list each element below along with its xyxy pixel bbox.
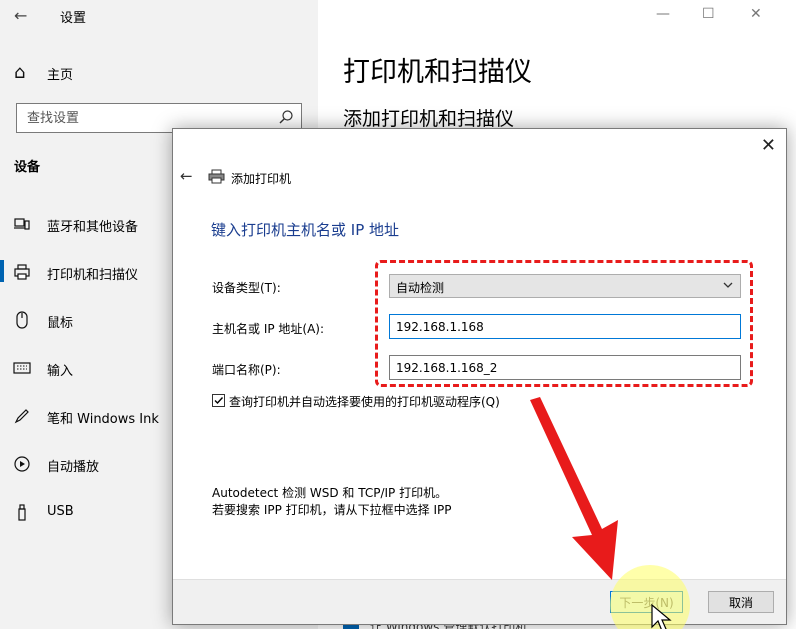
sidebar-item-label: 打印机和扫描仪 [47,268,139,283]
add-printer-dialog: ✕ ← 添加打印机 键入打印机主机名或 IP 地址 设备类型(T): 自动检测 … [172,128,787,625]
checkmark-icon [214,397,224,405]
page-title: 打印机和扫描仪 [343,57,532,88]
info-text-line1: Autodetect 检测 WSD 和 TCP/IP 打印机。 [212,486,448,500]
sidebar-item-label: 笔和 Windows Ink [47,412,159,427]
home-icon: ⌂ [14,62,26,83]
port-label: 端口名称(P): [212,363,281,377]
sidebar-item-home[interactable]: ⌂ 主页 [0,56,318,88]
page-subtitle: 添加打印机和扫描仪 [343,108,515,130]
back-arrow-icon[interactable]: ← [14,6,27,25]
autoplay-icon [14,456,30,472]
query-printer-label: 查询打印机并自动选择要使用的打印机驱动程序(Q) [229,395,500,409]
dialog-back-icon[interactable]: ← [180,167,193,185]
bluetooth-icon [14,218,30,230]
sidebar-item-label: 输入 [47,364,74,379]
maximize-button[interactable]: ☐ [702,6,715,22]
info-text-line2: 若要搜索 IPP 打印机，请从下拉框中选择 IPP [212,503,452,517]
mouse-icon [16,311,28,329]
annotation-highlight-box [375,260,753,387]
title-bar: ← 设置 [0,0,318,32]
sidebar-item-label: 自动播放 [47,460,100,475]
device-type-label: 设备类型(T): [212,281,281,295]
dialog-heading: 键入打印机主机名或 IP 地址 [211,221,400,239]
pen-icon [14,409,29,424]
cancel-button[interactable]: 取消 [708,591,774,613]
keyboard-icon [13,362,31,374]
usb-icon [18,504,26,521]
sidebar-item-label: 蓝牙和其他设备 [47,220,139,235]
sidebar-item-label: 鼠标 [47,316,74,331]
dialog-footer: 下一步(N) 取消 [173,579,786,624]
search-icon[interactable] [278,109,294,125]
window-controls: — ☐ ✕ [646,0,796,32]
window-title: 设置 [60,11,87,26]
query-printer-checkbox[interactable] [212,394,225,407]
section-title: 设备 [14,160,41,175]
minimize-button[interactable]: — [656,6,670,22]
dialog-close-icon[interactable]: ✕ [761,135,776,156]
dialog-title: 添加打印机 [231,172,292,186]
host-label: 主机名或 IP 地址(A): [212,322,325,336]
close-window-button[interactable]: ✕ [750,6,762,22]
home-label: 主页 [47,68,74,83]
printer-icon [14,264,30,280]
next-button[interactable]: 下一步(N) [610,591,683,613]
sidebar-item-label: USB [47,504,74,519]
printer-icon [208,169,225,184]
